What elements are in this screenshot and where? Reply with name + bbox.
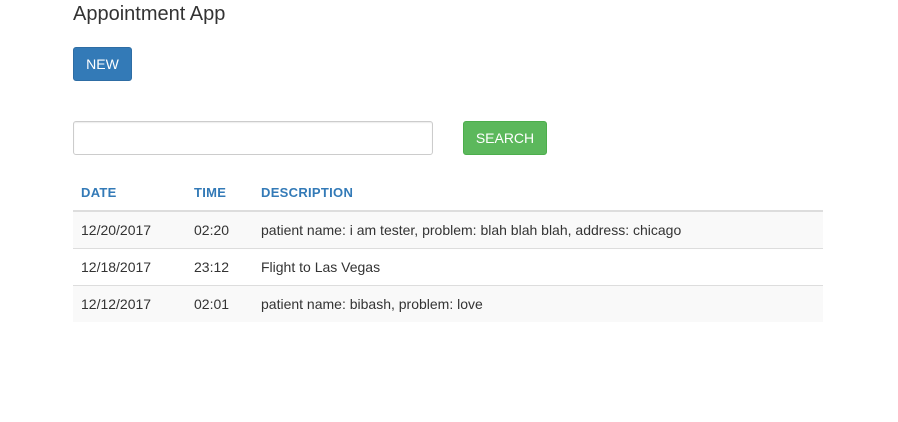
table-row: 12/18/2017 23:12 Flight to Las Vegas <box>73 248 823 286</box>
cell-time: 23:12 <box>186 248 253 286</box>
column-header-description[interactable]: DESCRIPTION <box>253 175 823 212</box>
cell-date: 12/20/2017 <box>73 211 186 249</box>
search-input[interactable] <box>73 121 433 155</box>
cell-description: patient name: i am tester, problem: blah… <box>253 211 823 249</box>
table-row: 12/20/2017 02:20 patient name: i am test… <box>73 211 823 249</box>
cell-description: Flight to Las Vegas <box>253 248 823 286</box>
appointments-table: DATE TIME DESCRIPTION 12/20/2017 02:20 p… <box>73 175 823 322</box>
new-appointment-button[interactable]: NEW <box>73 47 132 81</box>
cell-date: 12/12/2017 <box>73 285 186 322</box>
column-header-time[interactable]: TIME <box>186 175 253 212</box>
table-header-row: DATE TIME DESCRIPTION <box>73 175 823 212</box>
page-title: Appointment App <box>73 3 226 25</box>
table-row: 12/12/2017 02:01 patient name: bibash, p… <box>73 285 823 322</box>
cell-time: 02:20 <box>186 211 253 249</box>
cell-time: 02:01 <box>186 285 253 322</box>
cell-date: 12/18/2017 <box>73 248 186 286</box>
cell-description: patient name: bibash, problem: love <box>253 285 823 322</box>
app-page: Appointment App NEW SEARCH DATE TIME DES… <box>0 0 898 422</box>
column-header-date[interactable]: DATE <box>73 175 186 212</box>
search-button[interactable]: SEARCH <box>463 121 547 155</box>
